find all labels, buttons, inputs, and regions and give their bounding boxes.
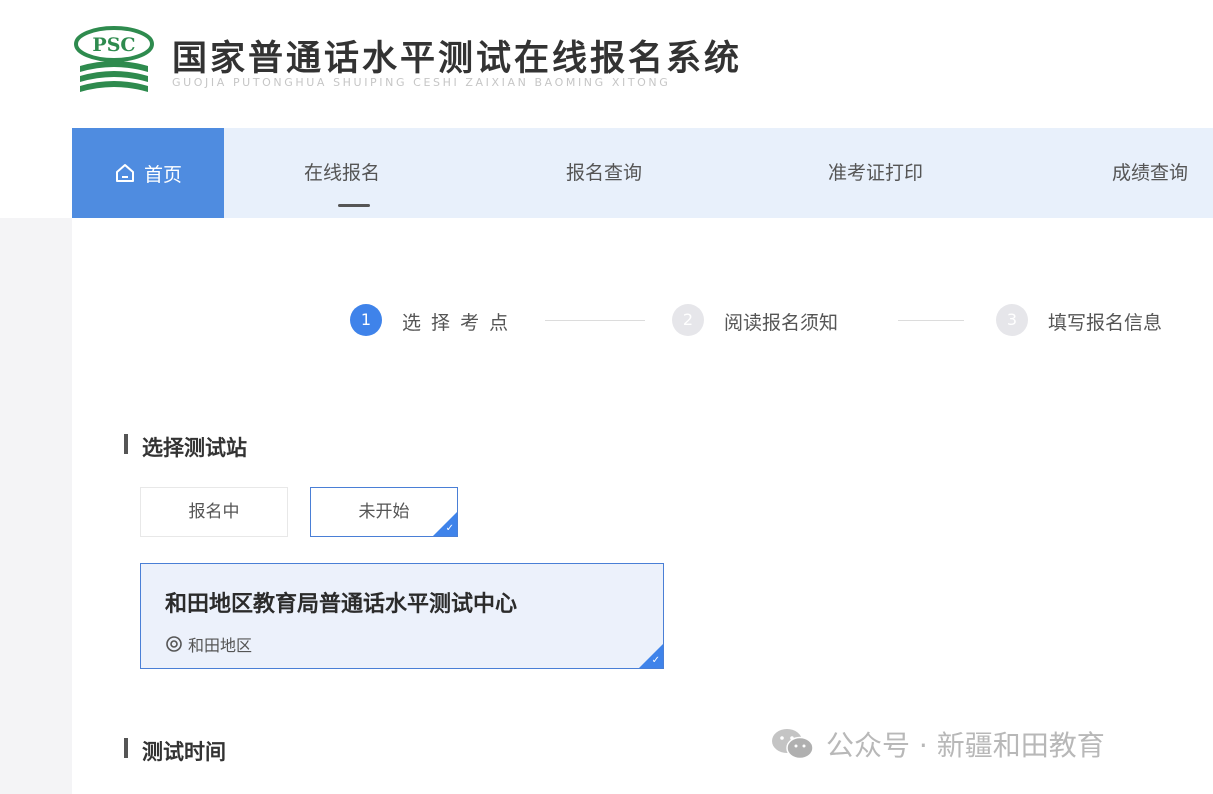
step-1-label: 选 择 考 点 <box>402 312 511 334</box>
section-title-station: 选择测试站 <box>142 436 247 460</box>
status-tab-label: 报名中 <box>188 502 240 522</box>
step-2-label: 阅读报名须知 <box>724 312 839 334</box>
status-tab-registering[interactable]: 报名中 <box>140 487 288 537</box>
test-center-location-label: 和田地区 <box>188 636 253 655</box>
step-1-number: 1 <box>350 304 382 336</box>
step-3-number: 3 <box>996 304 1028 336</box>
status-tab-label: 未开始 <box>358 502 410 522</box>
left-margin <box>0 218 72 794</box>
nav-item-score-query[interactable]: 成绩查询 <box>1112 128 1188 218</box>
test-center-location: 和田地区 <box>165 632 252 656</box>
site-title: 国家普通话水平测试在线报名系统 <box>172 38 743 79</box>
nav-item-admission-ticket[interactable]: 准考证打印 <box>828 128 923 218</box>
psc-logo: PSC <box>74 26 154 92</box>
test-center-card[interactable]: 和田地区教育局普通话水平测试中心 和田地区 ✓ <box>140 563 664 669</box>
step-3-label: 填写报名信息 <box>1048 312 1163 334</box>
logo-text: PSC <box>92 34 135 56</box>
nav-active-underline <box>338 204 370 207</box>
test-center-name: 和田地区教育局普通话水平测试中心 <box>165 592 518 617</box>
nav-home-label: 首页 <box>143 163 182 186</box>
section-title-time: 测试时间 <box>142 740 226 764</box>
wechat-icon <box>772 729 814 760</box>
site-subtitle: GUOJIA PUTONGHUA SHUIPING CESHI ZAIXIAN … <box>172 76 671 89</box>
page: PSC 国家普通话水平测试在线报名系统 GUOJIA PUTONGHUA SHU… <box>0 0 1213 794</box>
step-2-number: 2 <box>672 304 704 336</box>
home-icon <box>115 164 134 182</box>
check-icon: ✓ <box>651 655 660 666</box>
check-icon: ✓ <box>445 523 454 534</box>
watermark-text: 公众号 · 新疆和田教育 <box>826 729 1105 762</box>
section-marker <box>124 434 128 454</box>
site-header: PSC 国家普通话水平测试在线报名系统 GUOJIA PUTONGHUA SHU… <box>0 0 1213 128</box>
main-nav: 首页 在线报名 报名查询 准考证打印 成绩查询 <box>72 128 1213 218</box>
section-marker <box>124 738 128 758</box>
nav-item-registration-query[interactable]: 报名查询 <box>566 128 642 218</box>
step-divider <box>545 320 645 321</box>
location-icon <box>166 636 182 652</box>
wechat-watermark: 公众号 · 新疆和田教育 <box>770 724 1105 764</box>
status-tab-not-started[interactable]: 未开始 ✓ <box>310 487 458 537</box>
nav-home[interactable]: 首页 <box>72 128 224 218</box>
step-divider <box>898 320 964 321</box>
